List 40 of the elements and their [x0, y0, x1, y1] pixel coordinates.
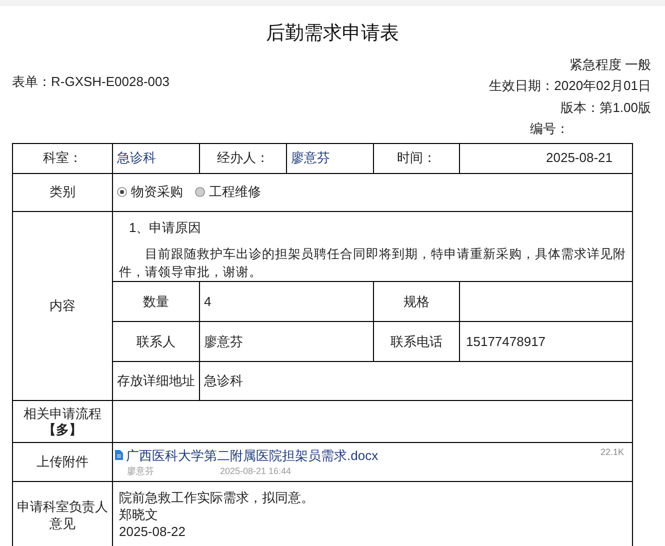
field-value: 4 — [204, 294, 212, 309]
field-label: 联系电话 — [390, 334, 442, 349]
field-label: 数量 — [143, 294, 169, 309]
file-size: 22.1K — [600, 446, 625, 458]
reason-text: 目前跟随救护车出诊的担架员聘任合同即将到期，特申请重新采购，具体需求详见附件，请领导审批，谢谢。 — [119, 246, 626, 281]
form-title: 后勤需求申请表 — [265, 22, 400, 46]
reason-heading: 1、申请原因 — [129, 218, 202, 236]
field-label: 经办人： — [217, 150, 269, 166]
field-label: 内容 — [50, 298, 76, 313]
field-value: 15177478917 — [466, 334, 546, 349]
category-radio[interactable]: 工程维修 — [195, 182, 261, 202]
more-link[interactable]: 【多】 — [13, 422, 112, 438]
version-text: 版本：第1.00版 — [560, 98, 651, 116]
urgency-text: 紧急程度 一般 — [569, 56, 651, 74]
field-value: 廖意芬 — [204, 334, 243, 349]
field-label: 规格 — [404, 294, 430, 309]
field-label: 相关申请流程 — [22, 406, 102, 422]
field-label: 联系人 — [136, 334, 176, 349]
time-value: 2025-08-21 — [546, 150, 612, 166]
uploader-name: 廖意芬 — [127, 465, 154, 478]
field-label: 上传附件 — [36, 454, 88, 470]
category-radio[interactable]: 物资采购 — [117, 182, 183, 202]
upload-time: 2025-08-21 16:44 — [220, 465, 292, 478]
field-label: 科室： — [43, 150, 82, 166]
field-label: 存放详细地址 — [117, 373, 195, 388]
department-value: 急诊科 — [117, 150, 156, 166]
field-label: 类别 — [50, 184, 76, 200]
effective-date: 生效日期：2020年02月01日 — [489, 77, 651, 95]
serial-label: 编号： — [530, 120, 569, 138]
form-number: 表单：R-GXSH-E0028-003 — [12, 72, 170, 90]
opinion-date: 2025-08-22 — [119, 523, 186, 540]
attachment-link[interactable]: 广西医科大学第二附属医院担架员需求.docx — [126, 446, 378, 465]
opinion-text: 院前急救工作实际需求，拟同意。 — [119, 489, 315, 506]
signer-name: 郑晓文 — [119, 506, 159, 523]
handler-value: 廖意芬 — [291, 150, 330, 166]
field-value: 急诊科 — [204, 373, 243, 388]
field-label: 意见 — [48, 514, 76, 532]
field-label: 申请科室负责人 — [16, 498, 109, 514]
field-label: 时间： — [397, 150, 436, 166]
document-icon — [115, 450, 123, 460]
